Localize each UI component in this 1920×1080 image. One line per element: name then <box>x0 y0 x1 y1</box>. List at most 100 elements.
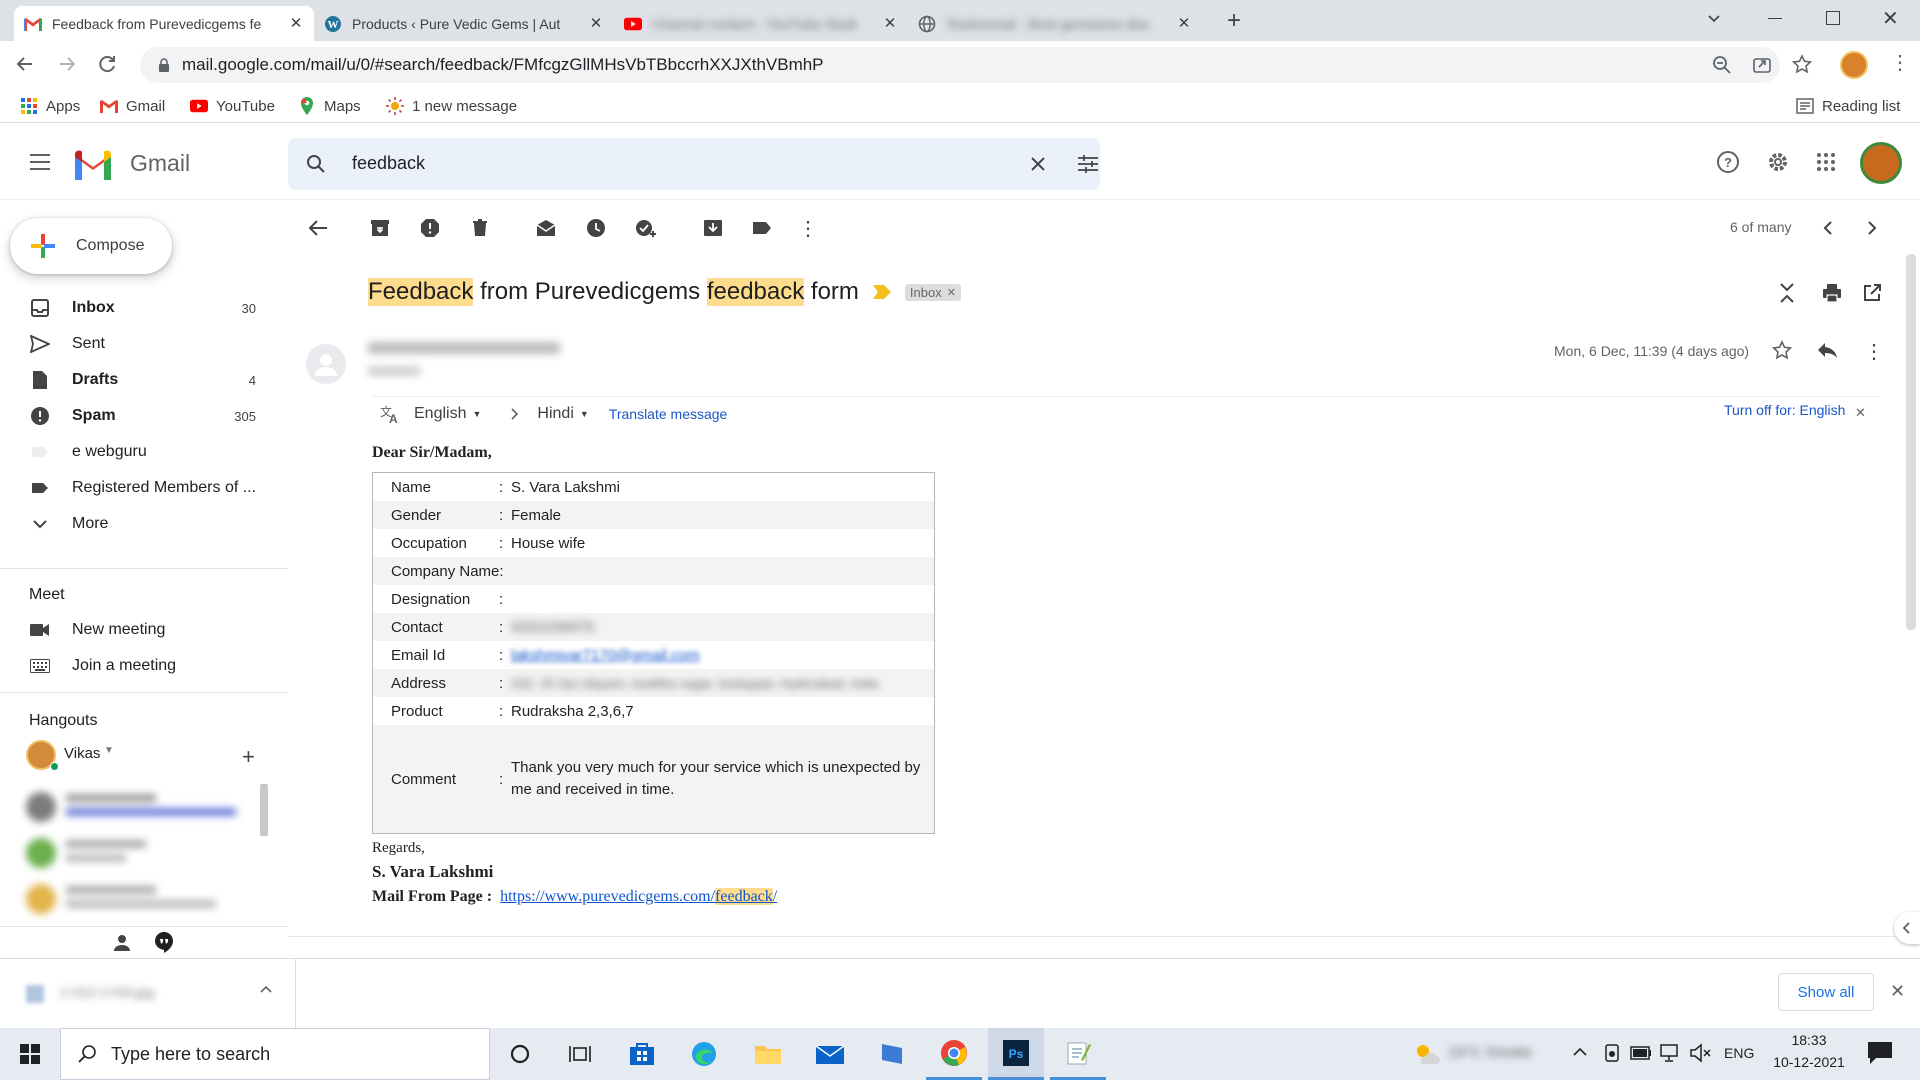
browser-tab-testimonial[interactable]: Testimonial - Best gemstone dea ✕ <box>908 6 1202 41</box>
contacts-person-icon[interactable] <box>112 933 132 953</box>
meet-join-meeting[interactable]: Join a meeting <box>0 649 270 683</box>
compose-button[interactable]: Compose <box>10 218 172 274</box>
bookmark-gmail[interactable]: Gmail <box>100 96 165 116</box>
settings-gear-icon[interactable] <box>1758 142 1798 182</box>
translate-message-link[interactable]: Translate message <box>609 406 728 422</box>
mail-app-icon[interactable] <box>802 1028 858 1080</box>
bookmark-youtube[interactable]: YouTube <box>190 96 275 116</box>
zoom-icon[interactable] <box>1712 55 1732 75</box>
minimize-window-icon[interactable] <box>1768 18 1782 19</box>
older-chevron-right-icon[interactable] <box>1852 208 1892 248</box>
mark-unread-icon[interactable] <box>526 208 566 248</box>
add-contact-icon[interactable]: + <box>242 744 255 770</box>
reply-icon[interactable] <box>1816 342 1838 358</box>
input-language[interactable]: ENG <box>1724 1045 1754 1061</box>
account-avatar[interactable] <box>1860 142 1902 184</box>
desktop-app-icon[interactable] <box>864 1028 920 1080</box>
mail-from-link[interactable]: https://www.purevedicgems.com/feedback/ <box>500 888 777 905</box>
close-tab-icon[interactable]: ✕ <box>882 15 898 32</box>
add-to-tasks-icon[interactable] <box>626 208 666 248</box>
bookmark-new-message[interactable]: 1 new message <box>386 96 517 116</box>
file-explorer-icon[interactable] <box>740 1028 796 1080</box>
turn-off-translate-link[interactable]: Turn off for: English <box>1724 402 1845 418</box>
close-tab-icon[interactable]: ✕ <box>588 15 604 32</box>
share-icon[interactable] <box>1752 55 1772 75</box>
sidebar-item-inbox[interactable]: Inbox 30 <box>0 291 270 325</box>
gmail-logo-icon[interactable] <box>72 148 114 180</box>
hangouts-user-name[interactable]: Vikas <box>64 745 100 762</box>
photoshop-taskbar-icon[interactable]: Ps <box>988 1028 1044 1080</box>
sidebar-item-drafts[interactable]: Drafts 4 <box>0 363 270 397</box>
tab-search-icon[interactable] <box>1706 10 1722 26</box>
download-item[interactable]: 1-012-1749.jpg <box>0 959 296 1029</box>
clock-date[interactable]: 10-12-2021 <box>1764 1054 1854 1070</box>
remove-label-icon[interactable]: ✕ <box>947 286 956 299</box>
importance-marker-icon[interactable] <box>872 285 891 299</box>
close-tab-icon[interactable]: ✕ <box>1176 15 1192 32</box>
snooze-clock-icon[interactable] <box>576 208 616 248</box>
bookmark-maps[interactable]: Maps <box>298 96 361 116</box>
message-more-icon[interactable]: ⋮ <box>1864 339 1884 364</box>
browser-tab-gmail[interactable]: Feedback from Purevedicgems fe ✕ <box>14 6 314 41</box>
search-options-icon[interactable] <box>1068 144 1108 184</box>
sidebar-item-spam[interactable]: Spam 305 <box>0 399 270 433</box>
chevron-down-icon[interactable]: ▼ <box>472 409 481 419</box>
bookmark-star-icon[interactable] <box>1792 54 1812 74</box>
clear-search-icon[interactable] <box>1018 144 1058 184</box>
task-view-icon[interactable] <box>552 1028 608 1080</box>
notification-center-icon[interactable] <box>1866 1040 1894 1066</box>
side-panel-toggle[interactable] <box>1894 912 1920 944</box>
edge-browser-icon[interactable] <box>676 1028 732 1080</box>
weather-icon[interactable] <box>1414 1042 1440 1066</box>
address-bar[interactable]: mail.google.com/mail/u/0/#search/feedbac… <box>140 47 1780 83</box>
browser-tab-wordpress[interactable]: W Products ‹ Pure Vedic Gems | Aut ✕ <box>314 6 614 41</box>
taskbar-search-box[interactable]: Type here to search <box>60 1028 490 1080</box>
close-download-bar-icon[interactable]: ✕ <box>1890 981 1905 1002</box>
battery-icon[interactable] <box>1630 1046 1652 1060</box>
microsoft-store-icon[interactable] <box>614 1028 670 1080</box>
notepad-taskbar-icon[interactable] <box>1050 1028 1106 1080</box>
weather-text[interactable]: 19°C Smoke <box>1448 1044 1532 1061</box>
more-actions-icon[interactable]: ⋮ <box>788 208 828 248</box>
search-input[interactable]: feedback <box>352 153 425 174</box>
meet-new-meeting[interactable]: New meeting <box>0 613 270 647</box>
windows-start-icon[interactable] <box>2 1028 58 1080</box>
close-tab-icon[interactable]: ✕ <box>288 15 304 32</box>
hangouts-scrollbar[interactable] <box>260 784 268 836</box>
google-apps-icon[interactable] <box>1806 142 1846 182</box>
chrome-taskbar-icon[interactable] <box>926 1028 982 1080</box>
newer-chevron-left-icon[interactable] <box>1808 208 1848 248</box>
back-to-search-icon[interactable] <box>298 208 338 248</box>
close-translate-icon[interactable]: ✕ <box>1855 405 1866 421</box>
bookmark-apps[interactable]: Apps <box>20 96 80 116</box>
chevron-down-icon[interactable]: ▼ <box>580 409 589 419</box>
back-icon[interactable] <box>14 53 36 75</box>
search-bar[interactable]: feedback <box>288 138 1100 190</box>
chevron-up-icon[interactable] <box>260 985 272 993</box>
sidebar-item-e-webguru[interactable]: e webguru <box>0 435 270 469</box>
sidebar-item-registered-members[interactable]: Registered Members of ... <box>0 471 270 505</box>
email-link[interactable]: lakshmivar7170@gmail.com <box>511 647 926 664</box>
forward-icon[interactable] <box>56 53 78 75</box>
delete-icon[interactable] <box>460 208 500 248</box>
new-tab-button[interactable]: + <box>1220 8 1248 36</box>
inbox-label-chip[interactable]: Inbox ✕ <box>904 283 961 301</box>
star-icon[interactable] <box>1772 340 1792 360</box>
show-all-downloads-button[interactable]: Show all <box>1778 973 1874 1011</box>
browser-tab-youtube[interactable]: Channel content - YouTube Studi ✕ <box>614 6 908 41</box>
search-icon[interactable] <box>296 144 336 184</box>
tray-chevron-up-icon[interactable] <box>1573 1046 1587 1056</box>
profile-avatar[interactable] <box>1840 51 1868 79</box>
page-scrollbar[interactable] <box>1906 254 1916 630</box>
sidebar-item-sent[interactable]: Sent <box>0 327 270 361</box>
browser-menu-icon[interactable]: ⋮ <box>1890 53 1910 73</box>
label-as-icon[interactable] <box>742 208 782 248</box>
volume-muted-icon[interactable] <box>1690 1043 1712 1063</box>
expand-collapse-icon[interactable] <box>1778 282 1796 304</box>
chevron-down-icon[interactable]: ▼ <box>104 745 114 756</box>
source-language[interactable]: English <box>414 405 466 423</box>
hangouts-chat-icon[interactable] <box>154 931 174 953</box>
report-spam-icon[interactable] <box>410 208 450 248</box>
network-icon[interactable] <box>1660 1043 1682 1063</box>
open-new-window-icon[interactable] <box>1863 284 1881 302</box>
